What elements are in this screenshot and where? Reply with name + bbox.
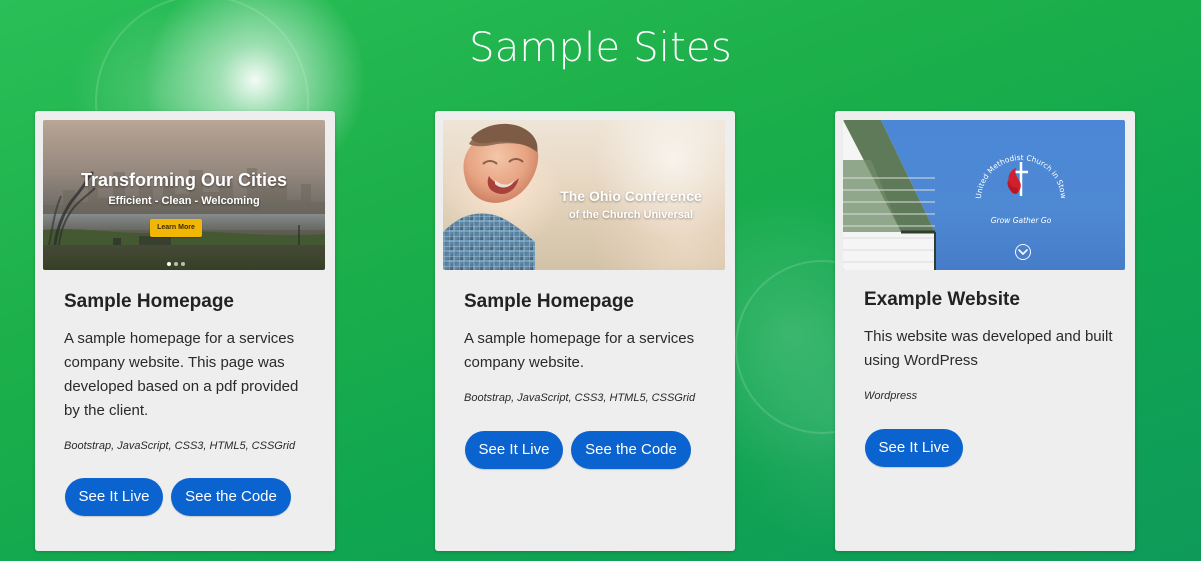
seal-motto: Grow Gather Go (991, 216, 1052, 225)
learn-more-button[interactable]: Learn More (150, 219, 202, 237)
sample-site-card: United Methodist Church in Stow Grow Gat… (835, 111, 1135, 551)
carousel-dot[interactable] (167, 262, 171, 266)
church-seal-logo: United Methodist Church in Stow Grow Gat… (974, 153, 1068, 225)
site-thumbnail[interactable]: The Ohio Conference of the Church Univer… (443, 120, 725, 270)
see-it-live-button[interactable]: See It Live (65, 478, 163, 516)
chevron-down-circle-icon[interactable] (1015, 244, 1031, 260)
card-description: A sample homepage for a services company… (464, 330, 695, 371)
card-tech-stack: Bootstrap, JavaScript, CSS3, HTML5, CSSG… (64, 440, 296, 452)
carousel-dot[interactable] (181, 262, 185, 266)
thumbnail-tagline: Efficient - Clean - Welcoming (108, 195, 260, 207)
see-it-live-button[interactable]: See It Live (865, 429, 963, 467)
card-title: Sample Homepage (464, 291, 634, 312)
sample-site-card: The Ohio Conference of the Church Univer… (435, 111, 735, 551)
church-steeple-graphic (843, 120, 936, 270)
thumbnail-headline: The Ohio Conference (560, 188, 702, 204)
card-title: Sample Homepage (64, 291, 234, 312)
card-description: This website was developed and built usi… (864, 328, 1113, 369)
card-title: Example Website (864, 289, 1020, 310)
see-it-live-button[interactable]: See It Live (465, 431, 563, 469)
see-the-code-button[interactable]: See the Code (171, 478, 291, 516)
thumbnail-subline: of the Church Universal (568, 209, 694, 221)
sample-site-card: Transforming Our Cities Efficient - Clea… (35, 111, 335, 551)
card-tech-stack: Bootstrap, JavaScript, CSS3, HTML5, CSSG… (464, 392, 696, 404)
thumbnail-headline: Transforming Our Cities (80, 170, 288, 190)
page-title: Sample Sites (469, 25, 732, 71)
card-description: A sample homepage for a services company… (64, 330, 299, 419)
carousel-dot[interactable] (174, 262, 178, 266)
site-thumbnail[interactable]: United Methodist Church in Stow Grow Gat… (843, 120, 1125, 270)
carousel-indicators[interactable] (167, 262, 185, 266)
see-the-code-button[interactable]: See the Code (571, 431, 691, 469)
card-tech-stack: Wordpress (864, 390, 918, 402)
site-thumbnail[interactable]: Transforming Our Cities Efficient - Clea… (43, 120, 325, 270)
